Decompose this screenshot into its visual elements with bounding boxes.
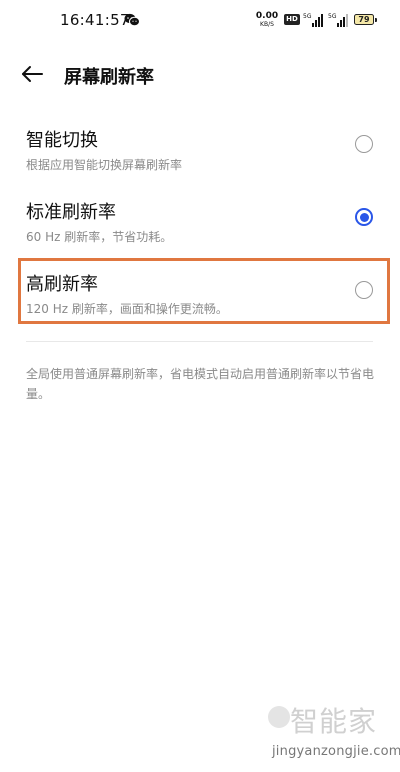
wechat-icon: [124, 13, 140, 27]
option-high-refresh-rate[interactable]: 高刷新率 120 Hz 刷新率，画面和操作更流畅。: [0, 270, 400, 342]
option-title: 高刷新率: [26, 274, 98, 295]
back-arrow-icon[interactable]: [20, 62, 46, 86]
network-speed-unit: KB/S: [260, 21, 274, 28]
app-header: 屏幕刷新率: [0, 52, 400, 96]
network-speed-value: 0.00: [255, 11, 279, 21]
hd-badge: HD: [284, 14, 300, 25]
option-subtitle: 60 Hz 刷新率，节省功耗。: [26, 230, 173, 244]
option-title: 标准刷新率: [26, 202, 116, 223]
watermark: 智能家 jingyanzongjie.com: [268, 700, 400, 766]
divider: [26, 341, 373, 342]
svg-text:5G: 5G: [303, 13, 312, 20]
option-standard-refresh-rate[interactable]: 标准刷新率 60 Hz 刷新率，节省功耗。: [0, 198, 400, 270]
status-bar: 16:41:57 0.00 KB/S HD 5G 5G 79: [0, 0, 400, 40]
signal-5g-icon: 5G: [303, 13, 323, 27]
page-title: 屏幕刷新率: [64, 67, 154, 88]
watermark-logo-icon: [268, 706, 290, 728]
svg-text:5G: 5G: [328, 13, 337, 20]
option-subtitle: 根据应用智能切换屏幕刷新率: [26, 158, 183, 172]
option-subtitle: 120 Hz 刷新率，画面和操作更流畅。: [26, 302, 228, 316]
option-title: 智能切换: [26, 130, 98, 151]
radio-button[interactable]: [355, 281, 373, 299]
radio-button[interactable]: [355, 135, 373, 153]
status-time: 16:41:57: [60, 11, 130, 29]
option-smart-switch[interactable]: 智能切换 根据应用智能切换屏幕刷新率: [0, 126, 400, 198]
network-speed: 0.00 KB/S: [254, 12, 280, 29]
watermark-text: 智能家: [290, 705, 378, 738]
signal-5g-icon: 5G: [328, 13, 348, 27]
description-note: 全局使用普通屏幕刷新率，省电模式自动启用普通刷新率以节省电量。: [26, 367, 375, 401]
battery-icon: 79: [354, 14, 377, 25]
radio-button-selected[interactable]: [355, 208, 373, 226]
watermark-url: jingyanzongjie.com: [272, 744, 400, 759]
